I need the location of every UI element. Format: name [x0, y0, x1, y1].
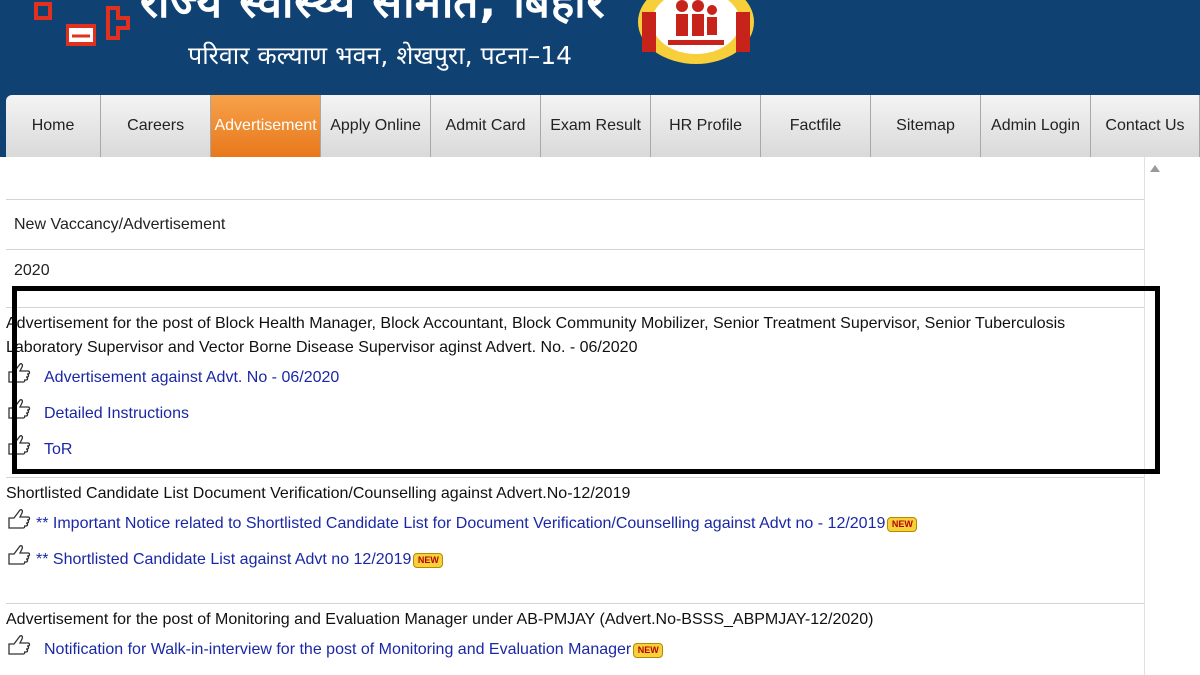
- nav-item-factfile[interactable]: Factfile: [761, 95, 872, 157]
- document-link[interactable]: ** Important Notice related to Shortlist…: [36, 515, 885, 533]
- site-title: राज्य स्वास्थ्य समिति, बिहार: [140, 0, 606, 28]
- nav-item-home[interactable]: Home: [6, 95, 102, 157]
- nav-item-sitemap[interactable]: Sitemap: [871, 95, 981, 157]
- advertisement-title: Advertisement for the post of Block Heal…: [6, 315, 1066, 356]
- pointing-hand-icon: [6, 544, 32, 566]
- pointing-hand-icon: [6, 434, 32, 456]
- nav-item-hr-profile[interactable]: HR Profile: [651, 95, 762, 157]
- document-link[interactable]: Advertisement against Advt. No - 06/2020: [44, 369, 339, 387]
- document-link[interactable]: Notification for Walk-in-interview for t…: [44, 641, 631, 659]
- document-link[interactable]: ** Shortlisted Candidate List against Ad…: [36, 551, 411, 569]
- link-row: ** Shortlisted Candidate List against Ad…: [6, 542, 1144, 578]
- main-content: New Vaccancy/Advertisement 2020 Advertis…: [0, 157, 1200, 675]
- pointing-hand-icon: [6, 362, 32, 384]
- nav-item-admin-login[interactable]: Admin Login: [981, 95, 1091, 157]
- header-banner: राज्य स्वास्थ्य समिति, बिहार परिवार कल्य…: [0, 0, 1200, 95]
- nav-item-contact-us[interactable]: Contact Us: [1091, 95, 1200, 157]
- document-link[interactable]: ToR: [44, 441, 72, 459]
- pointing-hand-icon: [6, 398, 32, 420]
- nav-item-apply-online[interactable]: Apply Online: [321, 95, 432, 157]
- main-navigation: Home Careers Advertisement Apply Online Admi…: [0, 95, 1200, 157]
- vertical-scrollbar[interactable]: [1144, 157, 1166, 675]
- year-heading: 2020: [6, 249, 1144, 287]
- advertisement-block: Advertisement for the post of Monitoring…: [6, 603, 1144, 668]
- link-row: ToR: [6, 432, 1144, 468]
- nav-item-advertisement[interactable]: Advertisement: [211, 95, 322, 157]
- new-badge-icon: NEW: [633, 642, 664, 658]
- new-badge-icon: NEW: [413, 552, 444, 568]
- site-subtitle: परिवार कल्याण भवन, शेखपुरा, पटना–14: [188, 41, 573, 70]
- advertisement-block: Advertisement for the post of Block Heal…: [6, 307, 1144, 468]
- pointing-hand-icon: [6, 634, 32, 656]
- nav-item-exam-result[interactable]: Exam Result: [541, 95, 652, 157]
- link-row: Detailed Instructions: [6, 396, 1144, 432]
- document-link[interactable]: Detailed Instructions: [44, 405, 189, 423]
- scroll-up-arrow-icon[interactable]: [1150, 165, 1160, 172]
- pointing-hand-icon: [6, 508, 32, 530]
- advertisement-title: Advertisement for the post of Monitoring…: [6, 611, 874, 628]
- section-title: New Vaccancy/Advertisement: [6, 199, 1144, 249]
- new-badge-icon: NEW: [887, 516, 918, 532]
- bsss-logo-icon: [34, 2, 130, 46]
- advertisement-block: Shortlisted Candidate List Document Veri…: [6, 477, 1144, 578]
- nav-strip: Home Careers Advertisement Apply Online Admi…: [6, 95, 1200, 157]
- link-row: ** Important Notice related to Shortlist…: [6, 506, 1144, 542]
- nav-item-careers[interactable]: Careers: [101, 95, 212, 157]
- link-row: Notification for Walk-in-interview for t…: [6, 632, 1144, 668]
- link-row: Advertisement against Advt. No - 06/2020: [6, 360, 1144, 396]
- advertisement-title: Shortlisted Candidate List Document Veri…: [6, 485, 631, 502]
- nhm-logo-icon: [638, 0, 754, 64]
- nav-item-admit-card[interactable]: Admit Card: [431, 95, 542, 157]
